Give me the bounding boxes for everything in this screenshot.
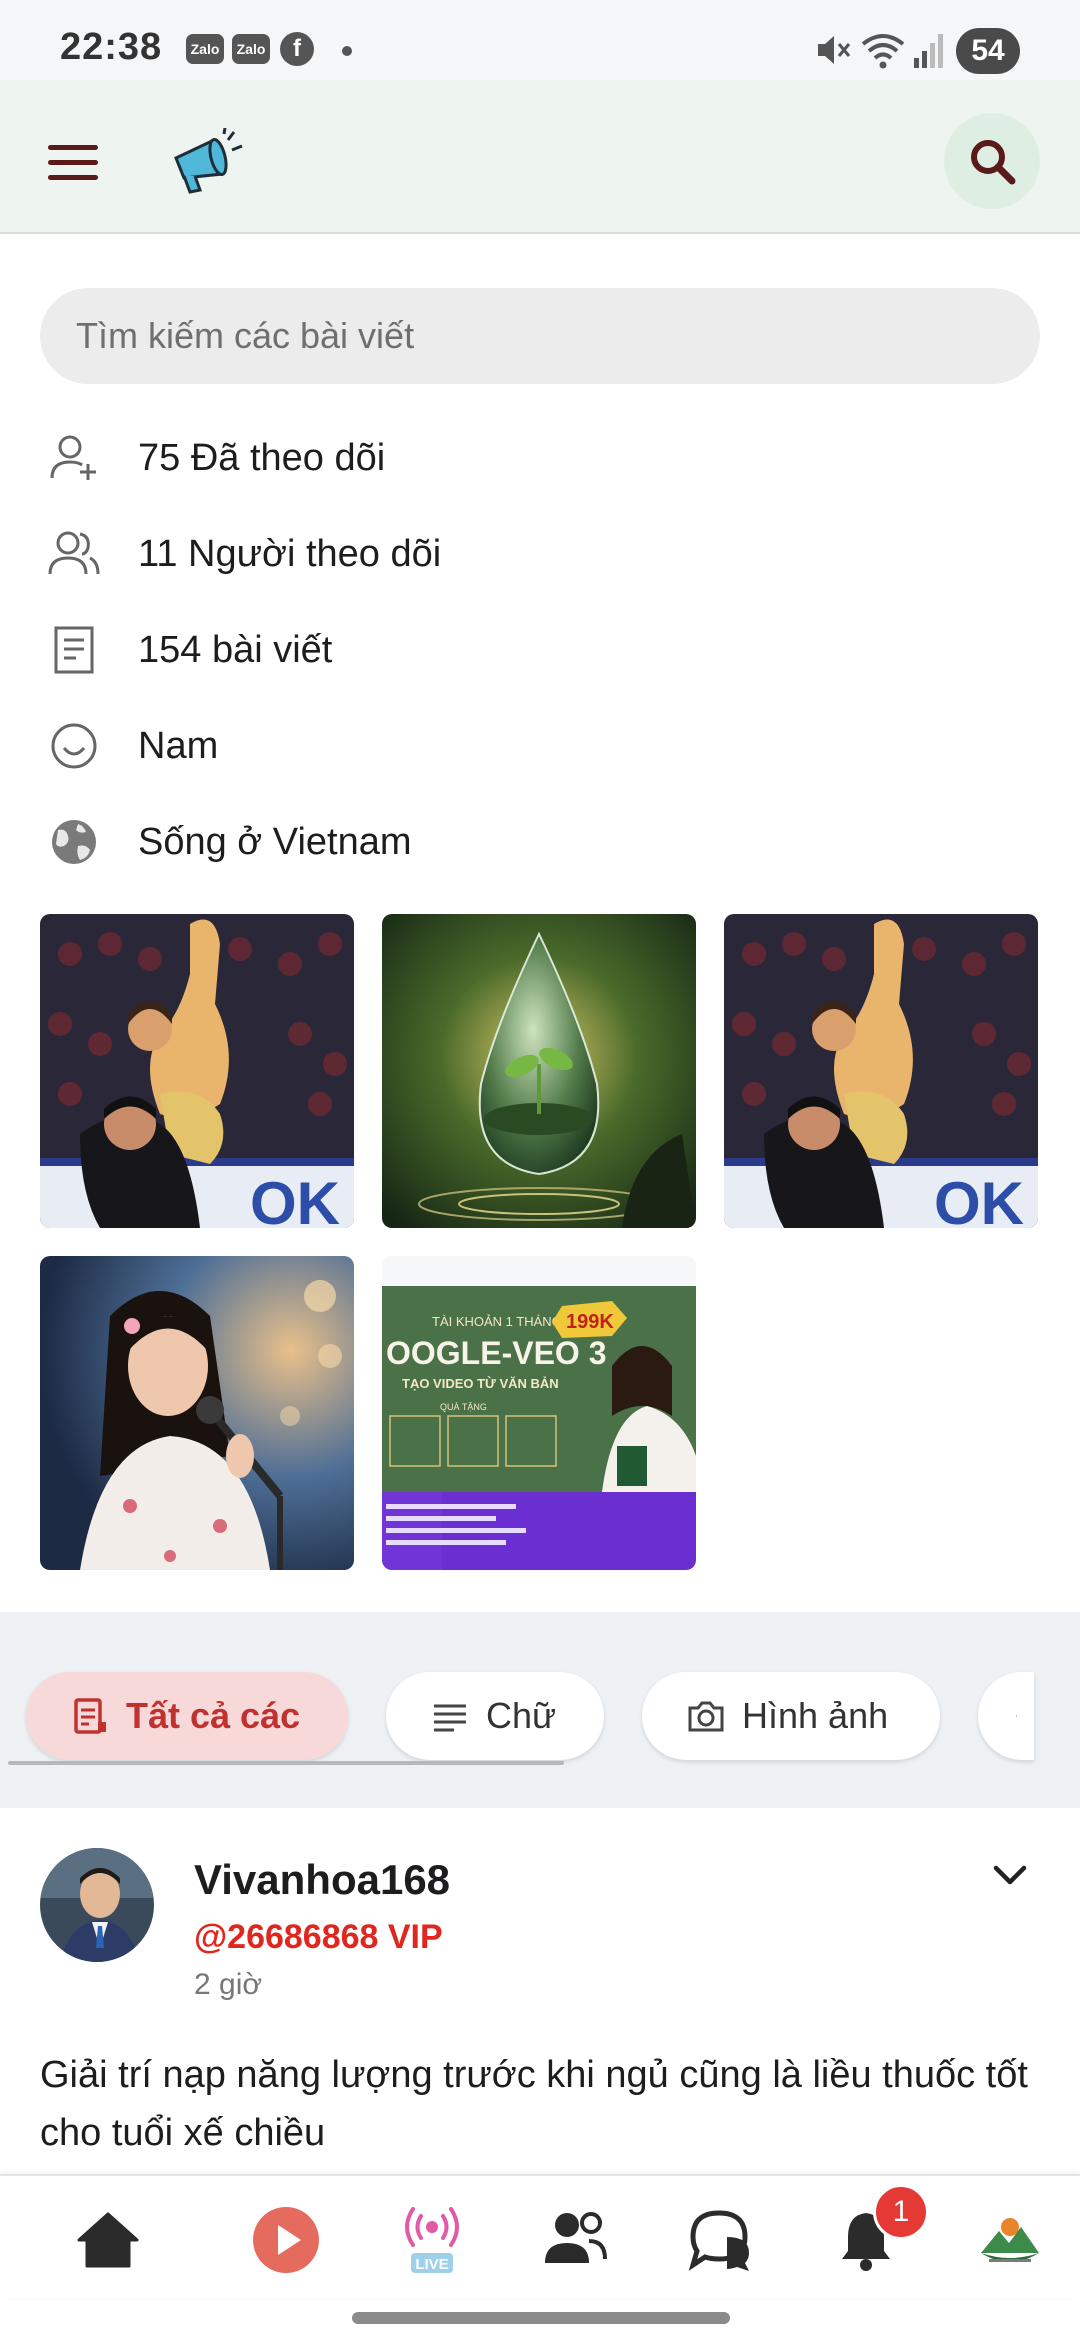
- filter-chip-label: Chữ: [486, 1695, 557, 1736]
- gender-row: Nam: [48, 716, 1028, 776]
- battery-indicator: 54: [956, 28, 1020, 74]
- filter-chip-all[interactable]: Tất cả các: [26, 1672, 348, 1760]
- filter-scroll-indicator: [8, 1761, 564, 1765]
- svg-text:OK: OK: [934, 1170, 1024, 1228]
- photo-thumbnail[interactable]: OK: [724, 914, 1038, 1228]
- ad-gift-text: QUÀ TẶNG: [440, 1402, 487, 1412]
- nav-profile[interactable]: [970, 2200, 1050, 2280]
- photo-thumbnail[interactable]: [382, 914, 696, 1228]
- post-author[interactable]: Vivanhoa168: [194, 1856, 450, 1904]
- mute-icon: [818, 36, 851, 64]
- live-label: LIVE: [415, 2256, 448, 2273]
- photo-thumbnail[interactable]: TÀI KHOẢN 1 THÁNG 199K OOGLE-VEO 3 TẠO V…: [382, 1256, 696, 1570]
- svg-text:OK: OK: [250, 1170, 340, 1228]
- document-icon: [74, 1698, 106, 1734]
- wifi-icon: [861, 34, 905, 69]
- live-icon: LIVE: [405, 2207, 459, 2273]
- post-search-placeholder: Tìm kiếm các bài viết: [76, 315, 415, 356]
- chevron-down-icon[interactable]: [990, 1860, 1030, 1890]
- add-user-icon: [50, 435, 96, 480]
- nav-chat[interactable]: [682, 2200, 762, 2280]
- camera-icon: [688, 1701, 724, 1732]
- home-indicator: [352, 2312, 730, 2324]
- zalo-notification-icon: Zalo: [186, 34, 224, 64]
- nav-friends[interactable]: [536, 2200, 616, 2280]
- author-avatar-image: [40, 1848, 154, 1962]
- search-icon: [971, 140, 1016, 185]
- menu-icon[interactable]: [48, 145, 98, 181]
- post-author-handle[interactable]: @26686868 VIP: [194, 1918, 443, 1957]
- gender: Nam: [138, 724, 219, 767]
- friends-icon: [545, 2212, 607, 2263]
- nav-video[interactable]: [246, 2200, 326, 2280]
- nav-home[interactable]: [68, 2200, 148, 2280]
- posts-count-row: 154 bài viết: [48, 620, 1028, 680]
- photo-water-drop-plant: [382, 914, 696, 1228]
- filter-chip-images[interactable]: Hình ảnh: [642, 1672, 940, 1760]
- filter-chip-text[interactable]: Chữ: [386, 1672, 604, 1760]
- following-count: 75 Đã theo dõi: [138, 436, 386, 479]
- play-icon: [253, 2207, 319, 2273]
- text-lines-icon: [434, 1704, 466, 1732]
- photo-figure-skating: OK: [724, 914, 1038, 1228]
- nav-live[interactable]: LIVE: [392, 2200, 472, 2280]
- posts-count: 154 bài viết: [138, 628, 333, 671]
- location-row: Sống ở Vietnam: [48, 812, 1028, 872]
- photo-figure-skating: OK: [40, 914, 354, 1228]
- photo-google-veo-ad: TÀI KHOẢN 1 THÁNG 199K OOGLE-VEO 3 TẠO V…: [382, 1256, 696, 1570]
- ad-price-badge: 199K: [566, 1311, 614, 1333]
- zalo-notification-icon: Zalo: [232, 34, 270, 64]
- photo-woman-singing: [40, 1256, 354, 1570]
- globe-icon: [52, 820, 96, 864]
- document-icon: [1016, 1715, 1017, 1717]
- post-time: 2 giờ: [194, 1968, 263, 2001]
- followers-count: 11 Người theo dõi: [138, 532, 442, 575]
- location: Sống ở Vietnam: [138, 820, 412, 863]
- filter-chip-label: Tất cả các: [126, 1695, 301, 1736]
- avatar[interactable]: [40, 1848, 154, 1962]
- photo-thumbnail[interactable]: [40, 1256, 354, 1570]
- document-icon: [54, 626, 94, 674]
- ad-title-text: OOGLE-VEO 3: [386, 1335, 606, 1371]
- following-count-row[interactable]: 75 Đã theo dõi: [48, 428, 1028, 488]
- ad-top-text: TÀI KHOẢN 1 THÁNG: [432, 1314, 562, 1329]
- more-notifications-dot: [342, 46, 352, 56]
- profile-avatar-icon: [977, 2207, 1043, 2273]
- app-bar: [0, 80, 1080, 234]
- users-icon: [48, 531, 100, 575]
- photo-thumbnail[interactable]: OK: [40, 914, 354, 1228]
- post-search-input[interactable]: Tìm kiếm các bài viết: [40, 288, 1040, 384]
- home-icon: [77, 2212, 139, 2268]
- notification-badge: 1: [873, 2184, 929, 2240]
- followers-count-row[interactable]: 11 Người theo dõi: [48, 524, 1028, 584]
- chat-icon: [688, 2210, 749, 2271]
- facebook-notification-icon: f: [280, 32, 314, 66]
- megaphone-icon: [174, 128, 243, 194]
- signal-icon: [914, 34, 943, 68]
- filter-chip-label: Hình ảnh: [742, 1695, 889, 1736]
- ad-subtitle-text: TẠO VIDEO TỪ VĂN BẢN: [402, 1376, 559, 1391]
- post-text: Giải trí nạp năng lượng trước khi ngủ cũ…: [40, 2054, 1028, 2154]
- status-time: 22:38: [60, 26, 163, 68]
- search-button[interactable]: [944, 113, 1040, 209]
- smile-icon: [51, 723, 97, 769]
